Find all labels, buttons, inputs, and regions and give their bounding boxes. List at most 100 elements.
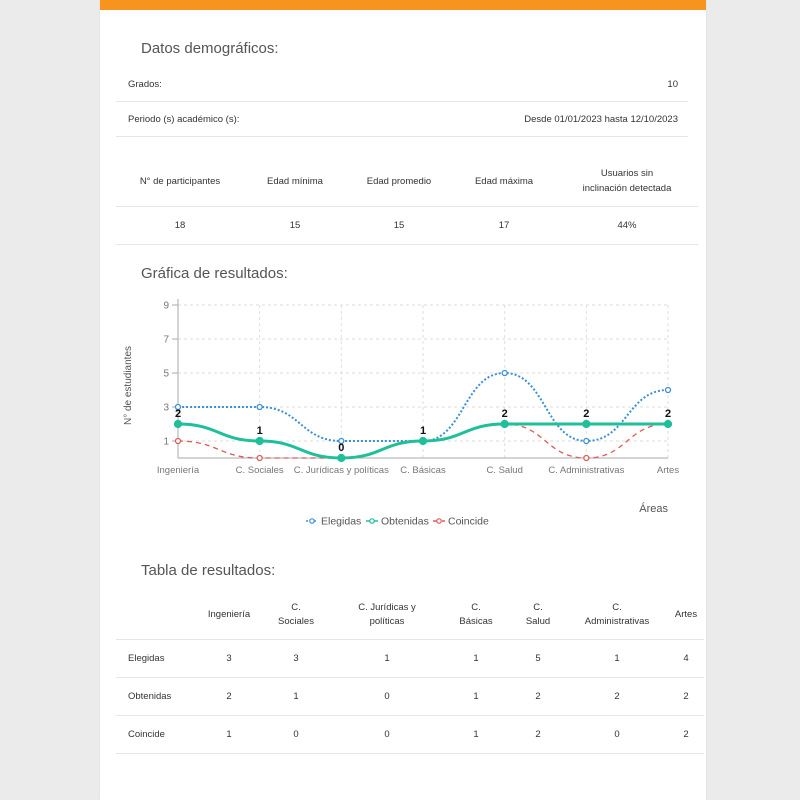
legend-swatch-marker (309, 518, 315, 524)
results-row-label: Obtenidas (116, 677, 198, 716)
data-point-coincide (583, 454, 590, 462)
results-cell: 2 (668, 677, 704, 716)
stats-header-text: N° de participantes (139, 175, 221, 187)
legend-item-label[interactable]: Obtenidas (381, 516, 429, 528)
results-cell: 1 (260, 677, 332, 716)
results-table: Ingeniería C. Sociales C. Jurídicas y polí… (116, 591, 704, 754)
period-value: Desde 01/01/2023 hasta 12/10/2023 (524, 113, 678, 125)
stats-header: Edad promedio (346, 156, 452, 207)
x-tick-label: Ingeniería (157, 465, 200, 476)
results-row: Obtenidas 2 1 0 1 2 2 2 (116, 677, 704, 716)
results-row: Elegidas 3 3 1 1 5 1 4 (116, 639, 704, 678)
data-point-elegidas (583, 437, 590, 445)
stats-value: 18 (116, 206, 244, 245)
period-row: Periodo (s) académico (s): Desde 01/01/2… (116, 102, 688, 137)
y-axis-label: N° de estudiantes (123, 346, 134, 425)
data-label: 2 (665, 408, 671, 420)
x-tick-label: Artes (657, 465, 679, 476)
demographics-title: Datos demográficos: (141, 40, 279, 57)
stats-table: N° de participantes Edad mínima Edad pro… (116, 156, 698, 245)
stats-value: 15 (346, 206, 452, 245)
data-point-coincide (174, 437, 182, 445)
results-header-cell: C. Básicas (442, 591, 510, 640)
data-point-coincide (256, 454, 263, 462)
results-table-title: Tabla de resultados: (141, 562, 276, 579)
data-point-elegidas (256, 403, 263, 411)
results-row-label: Coincide (116, 715, 198, 754)
data-point-obtenidas (255, 436, 264, 446)
results-cell: 4 (668, 639, 704, 678)
results-cell: 2 (510, 715, 566, 754)
results-header-cell: Artes (668, 591, 704, 640)
data-point-obtenidas (500, 419, 509, 429)
results-cell: 3 (260, 639, 332, 678)
results-cell: 2 (566, 677, 668, 716)
y-tick-label: 5 (163, 369, 169, 380)
x-tick-label: C. Básicas (400, 465, 446, 476)
report-sheet: Datos demográficos: Grados: 10 Periodo (… (100, 0, 706, 800)
data-point-obtenidas (418, 436, 428, 446)
results-cell: 3 (198, 639, 260, 678)
results-header-cell: Ingeniería (198, 591, 260, 640)
results-cell: 0 (260, 715, 332, 754)
data-label: 2 (175, 408, 181, 420)
stats-value: 17 (452, 206, 556, 245)
results-cell: 1 (442, 639, 510, 678)
results-header-cell: C. Jurídicas y políticas (332, 591, 442, 640)
results-cell: 2 (668, 715, 704, 754)
data-label: 2 (583, 408, 589, 420)
data-point-obtenidas (173, 419, 183, 429)
results-header-row: Ingeniería C. Sociales C. Jurídicas y polí… (116, 591, 704, 640)
x-tick-label: C. Sociales (236, 465, 284, 476)
y-tick-label: 9 (163, 301, 169, 312)
results-cell: 0 (566, 715, 668, 754)
x-axis-label: Áreas (639, 502, 668, 515)
data-point-obtenidas (337, 453, 346, 463)
data-label: 1 (257, 425, 263, 437)
results-cell: 1 (442, 677, 510, 716)
stats-header-text: Edad promedio (366, 175, 432, 187)
stats-value: 44% (556, 206, 698, 245)
data-label: 0 (338, 442, 344, 454)
stats-value: 15 (244, 206, 346, 245)
x-tick-label: C. Salud (486, 465, 522, 476)
results-row-label: Elegidas (116, 639, 198, 678)
stats-header: Edad mínima (244, 156, 346, 207)
y-tick-label: 7 (163, 335, 169, 346)
y-tick-label: 3 (163, 403, 169, 414)
stats-header: Usuarios sin inclinación detectada (556, 156, 698, 207)
legend-swatch-marker (369, 518, 375, 524)
data-label: 1 (420, 425, 426, 437)
results-cell: 1 (566, 639, 668, 678)
stats-header-text: Edad mínima (267, 175, 323, 187)
results-chart: 1 3 5 7 9 Ingeniería C. Sociales C. Jurídicas y… (123, 299, 679, 528)
data-point-obtenidas (663, 419, 673, 429)
results-cell: 5 (510, 639, 566, 678)
chart-container: 1 3 5 7 9 Ingeniería C. Sociales C. Jurídicas y… (100, 290, 706, 540)
data-point-obtenidas (582, 419, 591, 429)
results-cell: 1 (332, 639, 442, 678)
legend-swatch-marker (436, 518, 442, 524)
stats-header-row: N° de participantes Edad mínima Edad pro… (116, 156, 698, 207)
results-header-cell: C. Administrativas (566, 591, 668, 640)
period-label: Periodo (s) académico (s): (128, 113, 240, 125)
x-tick-label: C. Jurídicas y políticas (294, 465, 389, 476)
data-point-elegidas (664, 386, 672, 394)
y-tick-label: 1 (163, 437, 169, 448)
stats-header: Edad máxima (452, 156, 556, 207)
chart-section-title: Gráfica de resultados: (141, 265, 288, 282)
stats-value-row: 18 15 15 17 44% (116, 206, 698, 245)
results-cell: 0 (332, 715, 442, 754)
grades-label: Grados: (128, 78, 162, 90)
results-header-cell (116, 591, 198, 640)
grades-row: Grados: 10 (116, 67, 688, 102)
grades-value: 10 (667, 78, 678, 90)
legend-item-label[interactable]: Elegidas (321, 516, 361, 528)
data-label: 2 (502, 408, 508, 420)
stats-header-text: Edad máxima (474, 175, 534, 187)
results-cell: 2 (510, 677, 566, 716)
stats-header: N° de participantes (116, 156, 244, 207)
results-header-cell: C. Salud (510, 591, 566, 640)
legend-item-label[interactable]: Coincide (448, 516, 489, 528)
data-point-elegidas (501, 369, 508, 377)
